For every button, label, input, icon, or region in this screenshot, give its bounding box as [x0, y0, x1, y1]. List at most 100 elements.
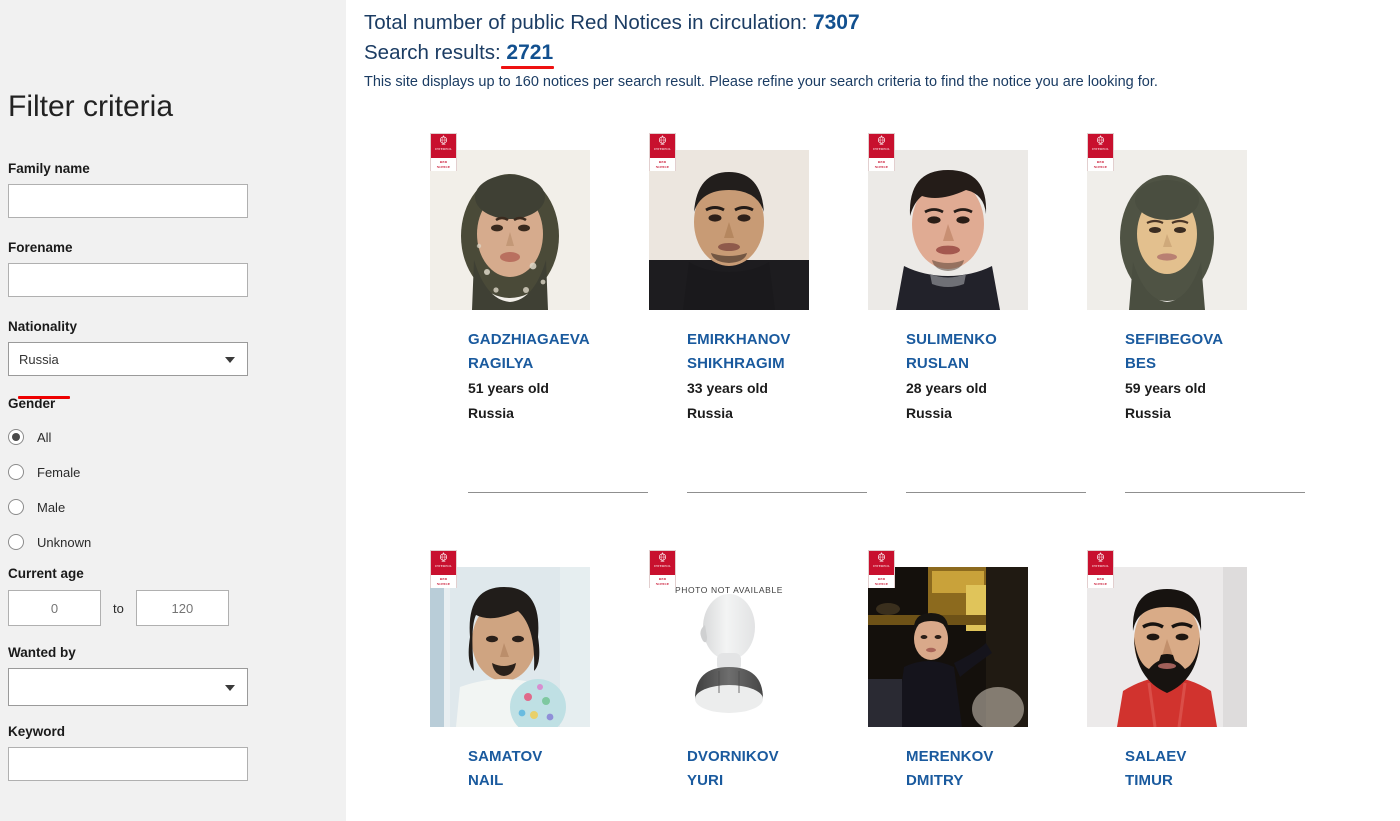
interpol-globe-icon [658, 135, 667, 145]
gender-option-unknown[interactable]: Unknown [8, 527, 346, 557]
notice-photo-wrap: INTERPOL RED NOTICE [1087, 120, 1267, 325]
notice-photo-wrap: INTERPOL RED NOTICE [649, 120, 829, 325]
notice-card[interactable]: INTERPOL RED NOTICE SAMATOV NAIL [430, 537, 649, 793]
forename-input[interactable] [8, 263, 248, 297]
notice-age: 51 years old [468, 380, 549, 396]
interpol-globe-icon [877, 135, 886, 145]
gender-option-label: All [37, 429, 52, 445]
notice-forename: RUSLAN [906, 355, 970, 372]
badge-line2: NOTICE [436, 164, 451, 169]
photo-not-available-label: PHOTO NOT AVAILABLE [674, 585, 784, 595]
notice-card[interactable]: INTERPOL RED NOTICE EMIRKHANOV SHIKHRAGI… [649, 120, 868, 493]
keyword-label: Keyword [8, 724, 66, 739]
results-header: Total number of public Red Notices in ci… [346, 0, 1400, 93]
notice-details: SAMATOV NAIL [430, 745, 649, 793]
notice-age: 33 years old [687, 380, 768, 396]
family-name-label: Family name [8, 161, 90, 176]
age-max-input[interactable] [135, 590, 229, 626]
gender-option-female[interactable]: Female [8, 457, 346, 487]
page-title: Filter criteria [8, 90, 174, 123]
radio-icon [8, 499, 24, 515]
radio-icon [8, 429, 24, 445]
badge-org-label: INTERPOL [435, 564, 452, 568]
card-divider [468, 492, 648, 493]
notice-nationality: Russia [687, 405, 733, 421]
search-results-line: Search results: 2721 [364, 38, 1400, 69]
keyword-input[interactable] [8, 747, 248, 781]
interpol-globe-icon [1096, 135, 1105, 145]
total-notices-count: 7307 [812, 11, 860, 34]
badge-org-label: INTERPOL [435, 147, 452, 151]
notice-nationality: Russia [468, 405, 514, 421]
notice-photo-wrap: INTERPOL RED NOTICE [430, 537, 610, 742]
red-notice-badge-icon: INTERPOL RED NOTICE [649, 550, 676, 588]
badge-line2: NOTICE [655, 164, 670, 169]
notice-details: SEFIBEGOVA BES 59 years old Russia [1087, 328, 1306, 426]
notice-photo-wrap: INTERPOL RED NOTICE [430, 120, 610, 325]
badge-line2: NOTICE [874, 164, 889, 169]
total-notices-label: Total number of public Red Notices in ci… [364, 11, 813, 34]
notice-family-name: DVORNIKOV [687, 748, 779, 765]
notice-card[interactable]: INTERPOL RED NOTICE MERENKOV DMITRY [868, 537, 1087, 793]
results-row: INTERPOL RED NOTICE SAMATOV NAIL PHOTO N… [430, 537, 1390, 821]
notice-details: DVORNIKOV YURI [649, 745, 868, 793]
notice-photo-placeholder: PHOTO NOT AVAILABLE [649, 567, 809, 727]
notice-photo-wrap: INTERPOL RED NOTICE [1087, 537, 1267, 742]
gender-option-label: Female [37, 464, 81, 480]
card-divider [906, 492, 1086, 493]
notice-nationality: Russia [1125, 405, 1171, 421]
notice-photo [868, 150, 1028, 310]
badge-org-label: INTERPOL [873, 147, 890, 151]
notice-card[interactable]: PHOTO NOT AVAILABLE INTERPOL RED NOTICE … [649, 537, 868, 793]
notice-family-name: SALAEV [1125, 748, 1187, 765]
gender-option-label: Unknown [37, 534, 92, 550]
interpol-globe-icon [439, 552, 448, 562]
notice-details: SULIMENKO RUSLAN 28 years old Russia [868, 328, 1087, 426]
notice-family-name: MERENKOV [906, 748, 994, 765]
badge-line2: NOTICE [655, 581, 670, 586]
badge-line2: NOTICE [1093, 581, 1108, 586]
wanted-by-select[interactable] [8, 668, 248, 706]
gender-option-male[interactable]: Male [8, 492, 346, 522]
notice-card[interactable]: INTERPOL RED NOTICE SALAEV TIMUR [1087, 537, 1306, 793]
notice-card[interactable]: INTERPOL RED NOTICE SULIMENKO RUSLAN 28 … [868, 120, 1087, 493]
radio-icon [8, 534, 24, 550]
nationality-highlight-underline [18, 396, 70, 399]
notice-details: SALAEV TIMUR [1087, 745, 1306, 793]
radio-icon [8, 464, 24, 480]
gender-option-all[interactable]: All [8, 422, 346, 452]
card-divider [687, 492, 867, 493]
red-notice-badge-icon: INTERPOL RED NOTICE [1087, 133, 1114, 171]
nationality-select[interactable]: Russia [8, 342, 248, 376]
red-notice-badge-icon: INTERPOL RED NOTICE [430, 133, 457, 171]
search-results-count: 2721 [506, 41, 554, 64]
badge-org-label: INTERPOL [1092, 564, 1109, 568]
notice-family-name: SAMATOV [468, 748, 543, 765]
notice-card[interactable]: INTERPOL RED NOTICE SEFIBEGOVA BES 59 ye… [1087, 120, 1306, 493]
badge-org-label: INTERPOL [654, 564, 671, 568]
age-min-input[interactable] [8, 590, 101, 626]
notice-forename: RAGILYA [468, 355, 534, 372]
notice-family-name: SULIMENKO [906, 331, 997, 348]
notice-forename: SHIKHRAGIM [687, 355, 785, 372]
red-notice-badge-icon: INTERPOL RED NOTICE [868, 550, 895, 588]
age-range-separator: to [113, 600, 124, 616]
filter-sidebar: Filter criteria Family name Forename Nat… [0, 0, 346, 821]
notice-family-name: GADZHIAGAEVA [468, 331, 590, 348]
notice-forename: DMITRY [906, 772, 964, 789]
notice-card[interactable]: INTERPOL RED NOTICE GADZHIAGAEVA RAGILYA… [430, 120, 649, 493]
total-notices-line: Total number of public Red Notices in ci… [364, 8, 1400, 38]
red-notice-badge-icon: INTERPOL RED NOTICE [430, 550, 457, 588]
badge-line2: NOTICE [436, 581, 451, 586]
notice-photo [430, 150, 590, 310]
forename-label: Forename [8, 240, 73, 255]
current-age-label: Current age [8, 566, 84, 581]
notice-photo [649, 150, 809, 310]
family-name-input[interactable] [8, 184, 248, 218]
notice-family-name: SEFIBEGOVA [1125, 331, 1224, 348]
badge-org-label: INTERPOL [1092, 147, 1109, 151]
notice-photo [1087, 567, 1247, 727]
badge-line2: NOTICE [1093, 164, 1108, 169]
notice-photo [868, 567, 1028, 727]
badge-org-label: INTERPOL [873, 564, 890, 568]
